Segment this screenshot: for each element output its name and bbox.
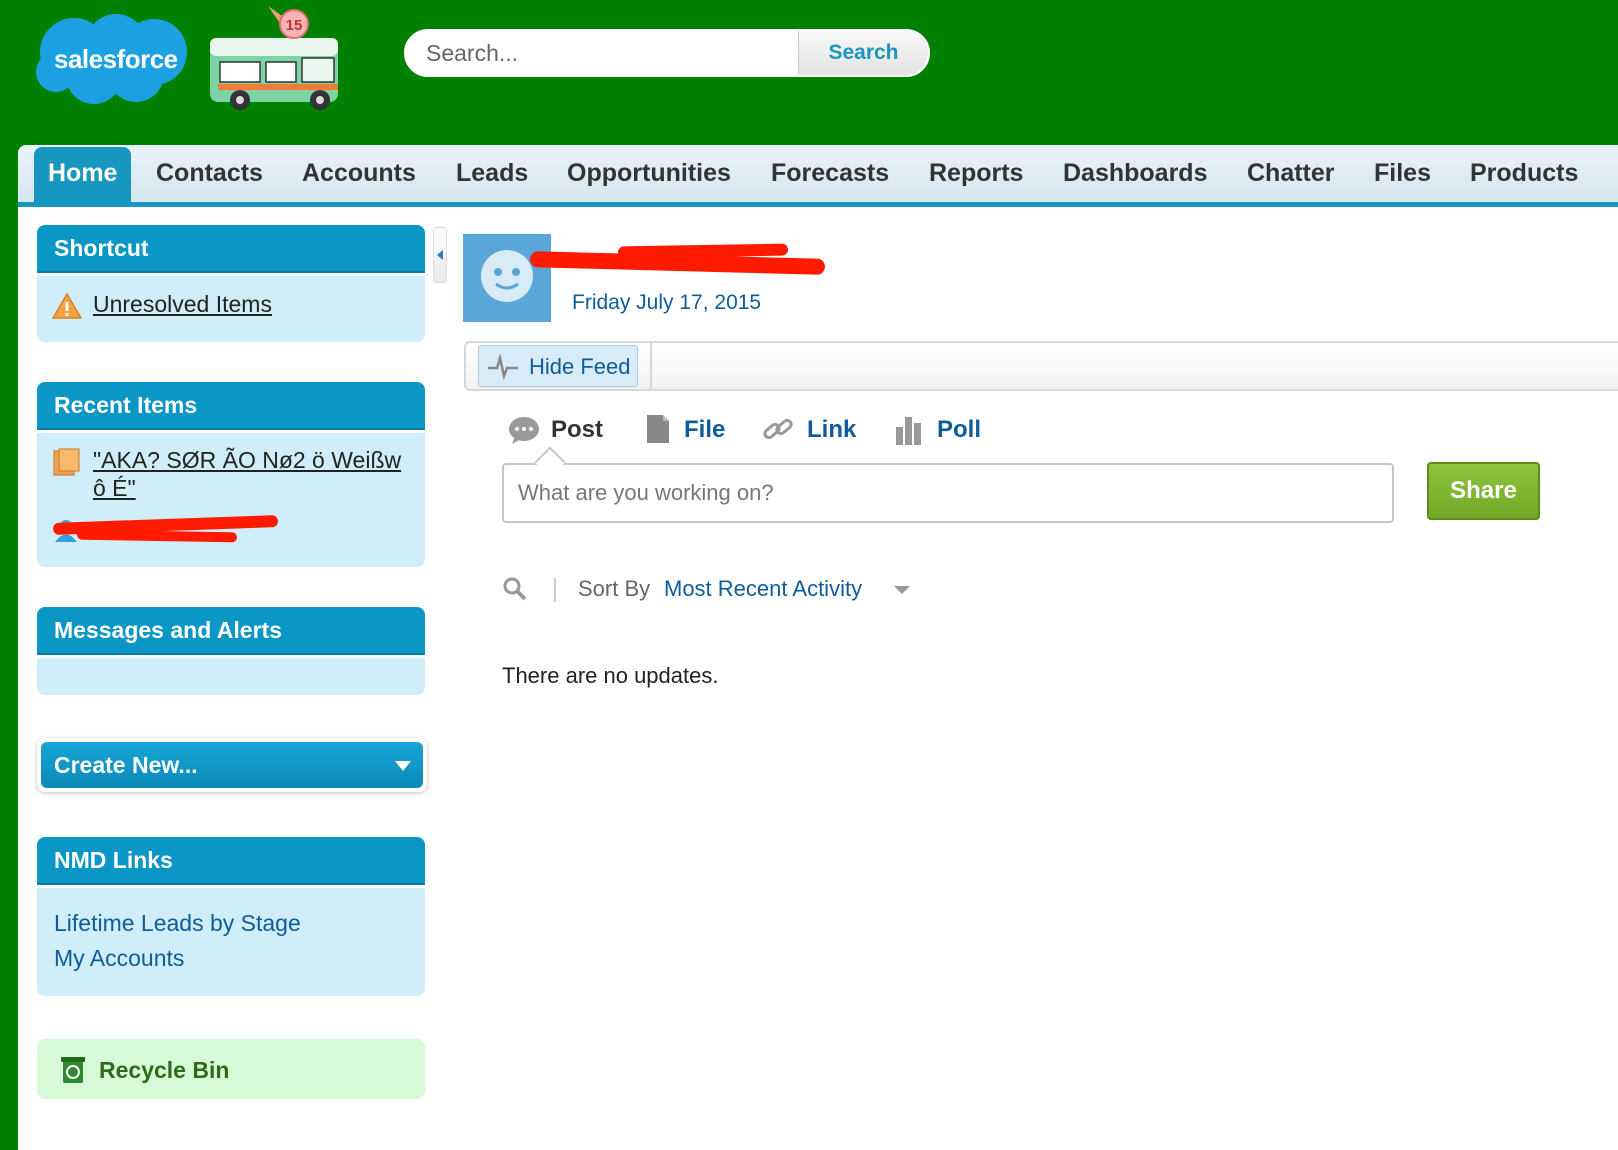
publisher-input[interactable] bbox=[504, 465, 1392, 521]
recent-item-account-link-cont[interactable]: ô É" bbox=[93, 475, 136, 502]
empty-feed-message: There are no updates. bbox=[502, 663, 719, 688]
tab-products[interactable]: Products bbox=[1456, 157, 1592, 202]
publisher-box bbox=[502, 463, 1394, 523]
post-bubble-icon bbox=[509, 417, 539, 444]
tab-accounts[interactable]: Accounts bbox=[288, 157, 430, 202]
feed-sort-row: Sort By Most Recent Activity bbox=[502, 572, 962, 612]
shortcut-body: Unresolved Items bbox=[37, 276, 425, 342]
chevron-left-icon bbox=[437, 250, 443, 260]
recent-items-body: "AKA? SØR ÃO Nø2 ö Weißw ô É" bbox=[37, 433, 425, 567]
smiley-avatar-icon bbox=[481, 250, 533, 302]
sort-divider bbox=[554, 578, 556, 602]
tab-leads[interactable]: Leads bbox=[442, 157, 542, 202]
account-book-icon bbox=[53, 448, 80, 476]
tab-reports[interactable]: Reports bbox=[915, 157, 1037, 202]
tab-dashboards[interactable]: Dashboards bbox=[1049, 157, 1221, 202]
feedbar-divider bbox=[650, 343, 652, 389]
hide-feed-label: Hide Feed bbox=[529, 354, 631, 379]
shortcut-header: Shortcut bbox=[37, 225, 425, 271]
file-icon bbox=[647, 415, 669, 443]
salesforce-logo[interactable]: salesforce bbox=[34, 12, 194, 106]
pulse-icon bbox=[488, 354, 518, 380]
truck-mascot-icon: 15 bbox=[208, 4, 348, 116]
chevron-down-icon bbox=[395, 761, 411, 771]
tab-bar: Home Contacts Accounts Leads Opportuniti… bbox=[18, 145, 1618, 207]
truck-badge: 15 bbox=[286, 17, 303, 34]
recycle-bin-label: Recycle Bin bbox=[99, 1057, 230, 1083]
recycle-bin[interactable]: Recycle Bin bbox=[37, 1039, 425, 1099]
recycle-bin-icon bbox=[61, 1057, 85, 1083]
recent-items-header: Recent Items bbox=[37, 382, 425, 428]
main-panel: Home Contacts Accounts Leads Opportuniti… bbox=[18, 145, 1618, 1150]
sort-dropdown[interactable]: Most Recent Activity bbox=[664, 576, 862, 602]
logo-text: salesforce bbox=[54, 44, 178, 74]
unresolved-items-link[interactable]: Unresolved Items bbox=[93, 291, 272, 318]
search-input[interactable] bbox=[406, 31, 798, 75]
search-button[interactable]: Search bbox=[798, 31, 928, 75]
sidebar-collapse-handle[interactable] bbox=[433, 227, 447, 283]
search-box: Search bbox=[404, 29, 930, 77]
tab-home[interactable]: Home bbox=[34, 147, 132, 202]
tab-opportunities[interactable]: Opportunities bbox=[553, 157, 745, 202]
nmd-links-header: NMD Links bbox=[37, 837, 425, 883]
lifetime-leads-link[interactable]: Lifetime Leads by Stage bbox=[54, 910, 301, 937]
tab-chatter[interactable]: Chatter bbox=[1233, 157, 1349, 202]
tab-contacts[interactable]: Contacts bbox=[142, 157, 277, 202]
poll-chart-icon bbox=[896, 417, 921, 445]
recent-item-account-link[interactable]: "AKA? SØR ÃO Nø2 ö Weißw bbox=[93, 447, 401, 474]
create-new-dropdown[interactable]: Create New... bbox=[37, 738, 427, 792]
publisher-tab-link[interactable]: Link bbox=[807, 416, 856, 444]
redaction-mark bbox=[76, 529, 238, 543]
publisher-tab-file[interactable]: File bbox=[684, 416, 725, 444]
publisher-tab-poll[interactable]: Poll bbox=[937, 416, 981, 444]
share-button[interactable]: Share bbox=[1427, 462, 1540, 520]
profile-date: Friday July 17, 2015 bbox=[572, 291, 762, 314]
create-new-label: Create New... bbox=[54, 752, 198, 778]
publisher-tab-post[interactable]: Post bbox=[551, 416, 603, 444]
warning-icon bbox=[51, 292, 83, 319]
link-icon bbox=[763, 418, 793, 440]
sort-by-label: Sort By bbox=[578, 576, 651, 601]
feed-toolbar: Hide Feed bbox=[464, 341, 1618, 391]
nmd-links-body: Lifetime Leads by Stage My Accounts bbox=[37, 888, 425, 996]
app-header: salesforce 15 Search bbox=[0, 0, 1618, 148]
messages-alerts-body bbox=[37, 658, 425, 695]
tab-files[interactable]: Files bbox=[1360, 157, 1445, 202]
chevron-down-icon[interactable] bbox=[894, 586, 910, 594]
my-accounts-link[interactable]: My Accounts bbox=[54, 945, 184, 972]
create-new-button[interactable]: Create New... bbox=[41, 742, 423, 788]
search-icon[interactable] bbox=[502, 576, 528, 602]
tab-forecasts[interactable]: Forecasts bbox=[757, 157, 903, 202]
avatar[interactable] bbox=[463, 234, 551, 322]
messages-alerts-header: Messages and Alerts bbox=[37, 607, 425, 653]
hide-feed-button[interactable]: Hide Feed bbox=[478, 345, 638, 387]
